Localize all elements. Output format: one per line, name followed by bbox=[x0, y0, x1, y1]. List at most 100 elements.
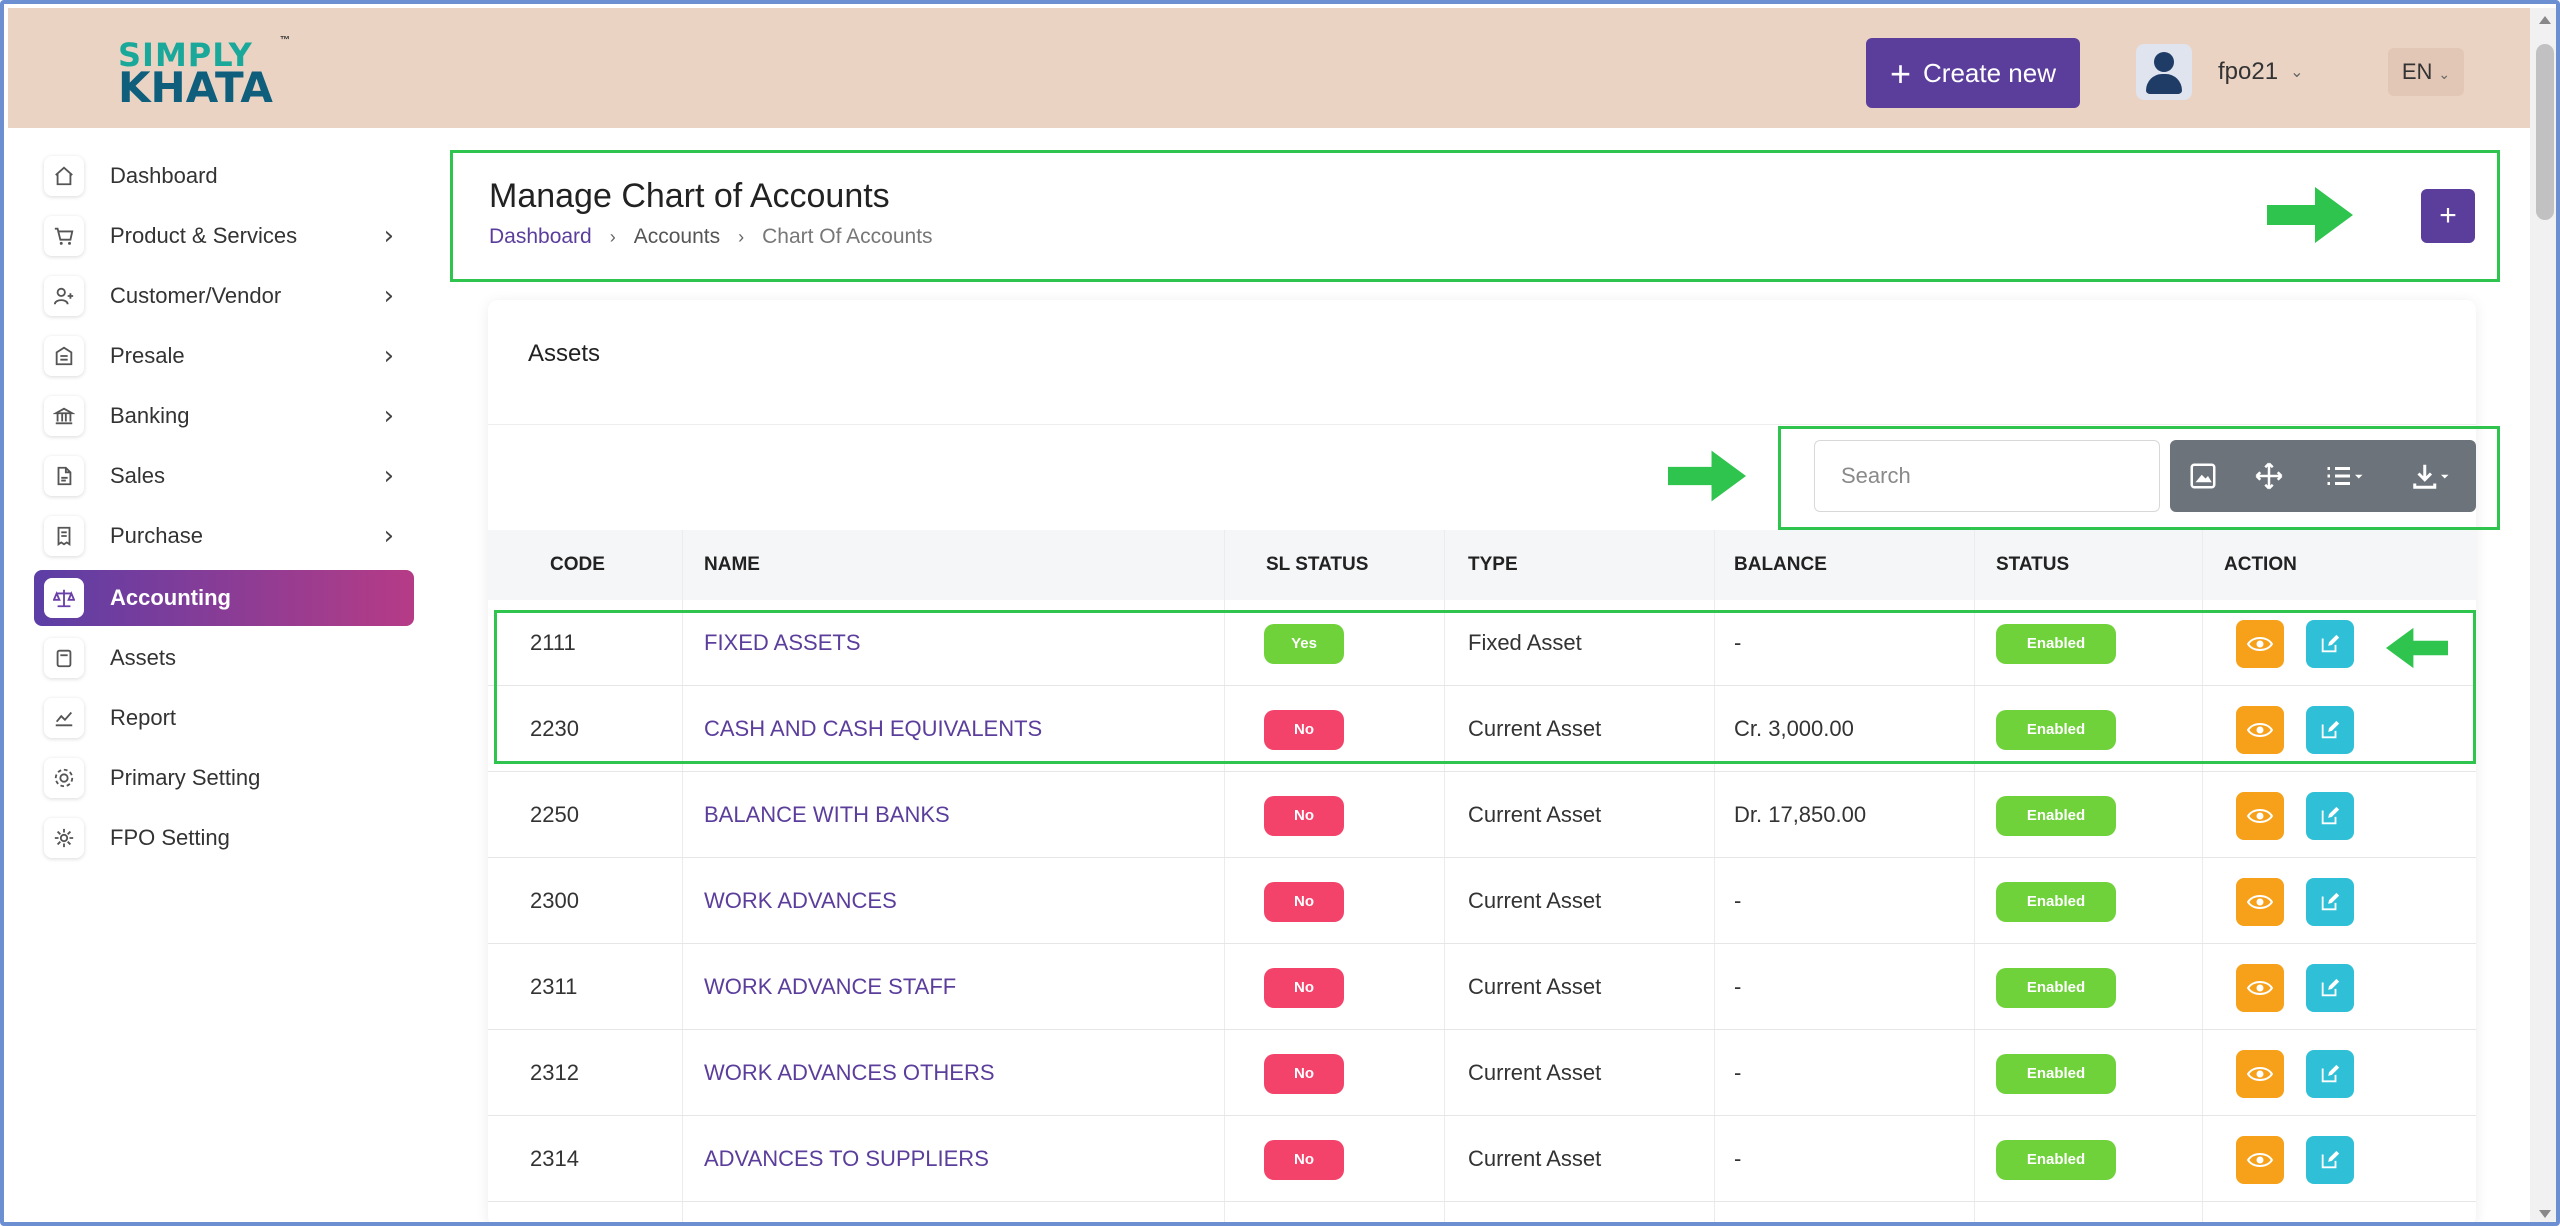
cell-name-link[interactable]: ADVANCES TO SUPPLIERS bbox=[704, 1116, 989, 1202]
gear-icon bbox=[44, 818, 84, 858]
sl-status-badge: No bbox=[1264, 796, 1344, 836]
page-scrollbar[interactable] bbox=[2530, 8, 2556, 1222]
create-new-button[interactable]: + Create new bbox=[1866, 38, 2080, 108]
edit-button[interactable] bbox=[2306, 1050, 2354, 1098]
column-header-code[interactable]: CODE bbox=[550, 530, 605, 600]
breadcrumb-chevron-icon: › bbox=[609, 226, 616, 247]
edit-button[interactable] bbox=[2306, 878, 2354, 926]
column-header-name[interactable]: NAME bbox=[704, 530, 760, 600]
sidebar-item-label: Accounting bbox=[110, 585, 231, 610]
edit-button[interactable] bbox=[2306, 1136, 2354, 1184]
sl-status-badge: No bbox=[1264, 882, 1344, 922]
box-icon bbox=[44, 638, 84, 678]
chevron-right-icon: › bbox=[383, 401, 394, 431]
status-badge: Enabled bbox=[1996, 796, 2116, 836]
sidebar-item-fpo-setting[interactable]: FPO Setting bbox=[34, 810, 414, 866]
cell-balance: Dr. 17,850.00 bbox=[1734, 802, 1867, 827]
cell-code: 2312 bbox=[530, 1060, 579, 1085]
language-selector[interactable]: EN ⌄ bbox=[2388, 48, 2464, 96]
app-window: SIMPLY KHATA ™ + Create new fpo21 ⌄ EN ⌄ D… bbox=[0, 0, 2560, 1226]
move-arrows-icon bbox=[2255, 462, 2283, 490]
cell-balance: - bbox=[1734, 1060, 1742, 1085]
edit-icon bbox=[2321, 806, 2340, 825]
columns-dropdown-button[interactable] bbox=[2302, 440, 2388, 512]
cell-name-link[interactable]: BALANCE WITH BANKS bbox=[704, 772, 950, 858]
cell-name-link[interactable]: WORK ADVANCES bbox=[704, 858, 897, 944]
sidebar-item-label: Report bbox=[110, 705, 177, 730]
sidebar-item-product-services[interactable]: Product & Services › bbox=[34, 208, 414, 264]
column-header-action: ACTION bbox=[2224, 554, 2297, 575]
sidebar-item-banking[interactable]: Banking › bbox=[34, 388, 414, 444]
cell-type: Current Asset bbox=[1468, 1060, 1602, 1085]
toggle-image-button[interactable] bbox=[2170, 440, 2236, 512]
green-arrow-left-icon bbox=[2386, 627, 2448, 669]
sidebar-item-report[interactable]: Report bbox=[34, 690, 414, 746]
eye-icon bbox=[2247, 895, 2273, 909]
status-badge: Enabled bbox=[1996, 1054, 2116, 1094]
edit-button[interactable] bbox=[2306, 964, 2354, 1012]
logo-text-bottom: KHATA bbox=[118, 63, 273, 112]
top-bar: SIMPLY KHATA ™ + Create new fpo21 ⌄ EN ⌄ bbox=[8, 8, 2530, 128]
sidebar-item-purchase[interactable]: Purchase › bbox=[34, 508, 414, 564]
image-icon bbox=[2190, 463, 2216, 489]
cell-name-link[interactable]: WORK ADVANCES OTHERS bbox=[704, 1030, 995, 1116]
sidebar-item-customer-vendor[interactable]: Customer/Vendor › bbox=[34, 268, 414, 324]
column-header-status[interactable]: STATUS bbox=[1996, 530, 2069, 600]
sidebar-item-label: Dashboard bbox=[110, 163, 218, 188]
view-button[interactable] bbox=[2236, 792, 2284, 840]
sl-status-badge: No bbox=[1264, 968, 1344, 1008]
avatar-user-icon bbox=[2136, 44, 2192, 100]
sidebar-item-presale[interactable]: Presale › bbox=[34, 328, 414, 384]
scroll-down-arrow-icon[interactable] bbox=[2539, 1210, 2551, 1218]
table-row: 2311 WORK ADVANCE STAFF No Current Asset… bbox=[488, 944, 2476, 1030]
column-header-balance[interactable]: BALANCE bbox=[1734, 530, 1827, 600]
green-arrow-right-icon bbox=[2267, 187, 2353, 243]
sidebar-item-label: Product & Services bbox=[110, 223, 298, 248]
sidebar-item-primary-setting[interactable]: Primary Setting bbox=[34, 750, 414, 806]
cell-type: Current Asset bbox=[1468, 974, 1602, 999]
page-title: Manage Chart of Accounts bbox=[489, 177, 890, 215]
sidebar-item-label: Customer/Vendor bbox=[110, 283, 282, 308]
eye-icon bbox=[2247, 1153, 2273, 1167]
cell-type: Current Asset bbox=[1468, 802, 1602, 827]
view-button[interactable] bbox=[2236, 878, 2284, 926]
edit-button[interactable] bbox=[2306, 792, 2354, 840]
sidebar-item-label: Presale bbox=[110, 343, 185, 368]
cell-name-link[interactable]: WORK ADVANCE STAFF bbox=[704, 944, 956, 1030]
table-row: 2314 ADVANCES TO SUPPLIERS No Current As… bbox=[488, 1116, 2476, 1202]
scroll-up-arrow-icon[interactable] bbox=[2539, 16, 2551, 24]
sidebar-item-label: Banking bbox=[110, 403, 190, 428]
sl-status-badge: No bbox=[1264, 1054, 1344, 1094]
status-badge: Enabled bbox=[1996, 1140, 2116, 1180]
column-header-type[interactable]: TYPE bbox=[1468, 530, 1518, 600]
column-header-sl-status[interactable]: SL STATUS bbox=[1266, 530, 1368, 600]
simply-khata-logo[interactable]: SIMPLY KHATA ™ bbox=[118, 35, 290, 112]
logo-trademark: ™ bbox=[280, 35, 290, 46]
table-row: 2250 BALANCE WITH BANKS No Current Asset… bbox=[488, 772, 2476, 858]
add-account-button[interactable]: + bbox=[2421, 189, 2475, 243]
create-new-label: Create new bbox=[1923, 58, 2056, 88]
sidebar-item-dashboard[interactable]: Dashboard bbox=[34, 148, 414, 204]
view-button[interactable] bbox=[2236, 964, 2284, 1012]
chevron-right-icon: › bbox=[383, 461, 394, 491]
home-icon bbox=[44, 156, 84, 196]
user-menu[interactable]: fpo21 ⌄ bbox=[2136, 42, 2303, 102]
download-icon bbox=[2413, 464, 2449, 489]
export-dropdown-button[interactable] bbox=[2388, 440, 2474, 512]
sl-status-badge: No bbox=[1264, 1140, 1344, 1180]
table-row: 2300 WORK ADVANCES No Current Asset - En… bbox=[488, 858, 2476, 944]
breadcrumb-current: Chart Of Accounts bbox=[762, 225, 933, 248]
sidebar-item-accounting[interactable]: Accounting bbox=[34, 570, 414, 626]
sidebar-item-sales[interactable]: Sales › bbox=[34, 448, 414, 504]
plus-icon: + bbox=[1890, 53, 1912, 94]
view-button[interactable] bbox=[2236, 1050, 2284, 1098]
scrollbar-thumb[interactable] bbox=[2536, 44, 2554, 220]
status-badge: Enabled bbox=[1996, 882, 2116, 922]
search-input[interactable] bbox=[1814, 440, 2160, 512]
move-columns-button[interactable] bbox=[2236, 440, 2302, 512]
view-button[interactable] bbox=[2236, 1136, 2284, 1184]
breadcrumb-accounts[interactable]: Accounts bbox=[634, 225, 720, 249]
table-row: 2312 WORK ADVANCES OTHERS No Current Ass… bbox=[488, 1030, 2476, 1116]
sidebar-item-assets[interactable]: Assets bbox=[34, 630, 414, 686]
breadcrumb-dashboard-link[interactable]: Dashboard bbox=[489, 225, 592, 249]
